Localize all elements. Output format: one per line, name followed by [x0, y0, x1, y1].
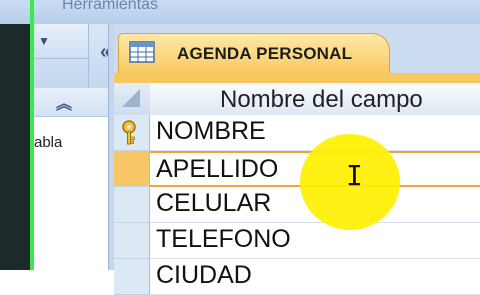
row-selector[interactable]	[114, 115, 150, 151]
table-row[interactable]: NOMBRE	[114, 115, 480, 151]
field-grid: Nombre del campo NOMBRE APELLIDO CELULAR	[114, 83, 480, 295]
grid-select-all-corner[interactable]	[114, 83, 151, 116]
tab-underline-strip	[114, 73, 480, 83]
primary-key-icon	[122, 120, 136, 145]
select-all-icon	[122, 89, 140, 107]
table-row[interactable]: TELEFONO	[114, 223, 480, 259]
table-row-active[interactable]: APELLIDO	[114, 151, 480, 187]
column-header-field-name[interactable]: Nombre del campo	[150, 83, 480, 116]
nav-header-separator	[88, 24, 89, 88]
field-name-text: CELULAR	[156, 189, 272, 217]
field-name-cell[interactable]: CIUDAD	[150, 259, 480, 295]
left-panel-background	[0, 24, 30, 270]
nav-pane-header: ▼ «	[34, 24, 111, 89]
table-row[interactable]: CIUDAD	[114, 259, 480, 295]
field-name-text: NOMBRE	[156, 117, 266, 145]
table-icon	[129, 41, 155, 63]
field-name-text: TELEFONO	[156, 225, 291, 253]
field-name-text: APELLIDO	[156, 155, 279, 183]
ribbon-tab-herramientas[interactable]: Herramientas	[62, 0, 158, 14]
row-selector[interactable]	[114, 259, 150, 295]
nav-pane-dropdown[interactable]: ▼	[34, 24, 88, 59]
document-tab-label: AGENDA PERSONAL	[177, 44, 353, 63]
row-selector[interactable]	[114, 223, 150, 259]
tab-agenda-personal[interactable]: AGENDA PERSONAL	[118, 33, 390, 74]
field-name-cell[interactable]: TELEFONO	[150, 223, 480, 259]
double-chevron-up-icon[interactable]: ︽	[56, 90, 72, 114]
column-header-label: Nombre del campo	[220, 86, 423, 113]
row-selector[interactable]	[114, 151, 150, 187]
nav-item-label[interactable]: abla	[34, 134, 62, 151]
field-name-cell[interactable]: NOMBRE	[150, 115, 480, 151]
table-row[interactable]: CELULAR	[114, 187, 480, 223]
row-selector[interactable]	[114, 187, 150, 223]
chevron-down-icon[interactable]: ▼	[38, 34, 50, 48]
field-name-text: CIUDAD	[156, 261, 252, 289]
navigation-pane: ▼ « ︽ abla	[34, 24, 111, 270]
nav-group-bar[interactable]: ︽	[34, 88, 108, 117]
ribbon: Herramientas	[0, 0, 480, 25]
text-cursor-icon: I	[346, 159, 363, 192]
